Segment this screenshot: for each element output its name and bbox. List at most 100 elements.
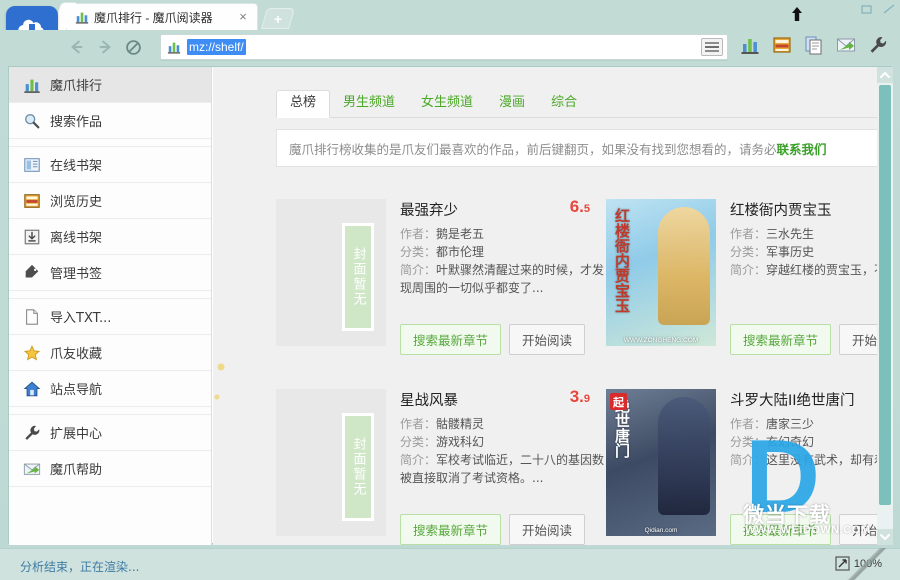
chevron-up-icon: [880, 72, 890, 78]
tag-bookmark-icon: [25, 264, 39, 277]
status-bar: 分析结束，正在渲染... 100%: [0, 548, 900, 580]
cover-figure: [658, 207, 710, 325]
plus-icon: +: [273, 10, 283, 27]
author-value: 三水先生: [766, 227, 815, 241]
category-value: 都市伦理: [436, 245, 485, 259]
back-button[interactable]: [66, 36, 88, 58]
tab-2[interactable]: 女生频道: [408, 91, 486, 117]
navigation-bar: mz://shelf/: [0, 30, 900, 102]
book-info: 斗罗大陆II绝世唐门 作者：唐家三少 分类：玄幻奇幻 简介：这里没有武术，却有着...…: [716, 389, 893, 545]
search-chapter-button[interactable]: 搜索最新章节: [730, 514, 832, 545]
forward-button[interactable]: [94, 36, 116, 58]
close-icon[interactable]: ×: [235, 9, 251, 25]
book-cover[interactable]: 红楼衙内贾宝玉 WWW.ZONGHENG.COM: [606, 199, 716, 346]
ranking-icon[interactable]: [740, 35, 760, 55]
category-value: 游戏科幻: [436, 435, 485, 449]
cover-placeholder-text: 封面暂无: [350, 437, 366, 497]
book-cover[interactable]: 封面暂无: [276, 389, 386, 536]
category-value: 军事历史: [766, 245, 815, 259]
new-tab-button[interactable]: +: [260, 8, 296, 29]
book-cover[interactable]: 绝世唐门起 Qidian.com: [606, 389, 716, 536]
book-title[interactable]: 斗罗大陆II绝世唐门: [730, 389, 893, 410]
book-grid: 封面暂无 最强弃少 6.5 作者：鹅是老五 分类：都市伦理 简介：叶默骤然清醒过来的时候，…: [276, 179, 893, 545]
notice-text: 魔爪排行榜收集的是爪友们最喜欢的作品，前后键翻页，如果没有找到您想看的，请务必: [289, 141, 777, 157]
sidebar-item-0[interactable]: 魔爪排行: [9, 67, 211, 103]
wrench-settings-icon[interactable]: [868, 35, 888, 55]
notice-banner: 魔爪排行榜收集的是爪友们最喜欢的作品，前后键翻页，如果没有找到您想看的，请务必联…: [276, 129, 893, 167]
address-input[interactable]: mz://shelf/: [187, 39, 246, 55]
summary-value: 这里没有武术，却有着...: [766, 453, 893, 467]
book-category: 分类：游戏科幻: [400, 433, 606, 451]
tab-3[interactable]: 漫画: [486, 91, 538, 117]
documents-icon[interactable]: [804, 35, 824, 55]
category-value: 玄幻奇幻: [766, 435, 815, 449]
sidebar-item-label: 爪友收藏: [50, 347, 103, 362]
tab-title: 魔爪排行 - 魔爪阅读器: [94, 10, 213, 25]
window-controls: [860, 3, 896, 16]
book-author: 作者：骷髅精灵: [400, 415, 606, 433]
wrench-icon: [25, 425, 40, 440]
sidebar-item-2[interactable]: 在线书架: [9, 147, 211, 183]
status-message: 分析结束，正在渲染...: [20, 560, 140, 574]
tab-1[interactable]: 男生频道: [330, 91, 408, 117]
tab-0[interactable]: 总榜: [276, 90, 331, 118]
address-bar[interactable]: mz://shelf/: [160, 34, 728, 60]
scroll-up-button[interactable]: [877, 67, 893, 83]
author-value: 唐家三少: [766, 417, 815, 431]
sidebar-item-label: 站点导航: [50, 383, 103, 398]
bookshelf-icon[interactable]: [772, 35, 792, 55]
app-window: 魔爪排行 - 魔爪阅读器 × + mz://shelf/ 魔爪排行 搜索作品 在…: [0, 0, 900, 580]
book-actions: 搜索最新章节开始阅读: [730, 324, 893, 355]
browser-tab[interactable]: 魔爪排行 - 魔爪阅读器 ×: [66, 3, 258, 30]
book-summary: 简介：叶默骤然清醒过来的时候，才发现周围的一切似乎都变了...: [400, 261, 606, 297]
sidebar-item-6[interactable]: 导入TXT...: [9, 299, 211, 335]
download-box-icon: [24, 229, 40, 244]
chart-bars-icon: [24, 79, 40, 93]
main-body: 魔爪排行搜索作品在线书架浏览历史离线书架 管理书签导入TXT... 爪友收藏站点导航…: [8, 66, 893, 545]
mail-help-icon[interactable]: [836, 35, 856, 55]
stop-button[interactable]: [122, 36, 144, 58]
tab-4[interactable]: 综合: [538, 91, 590, 117]
sidebar-item-label: 扩展中心: [50, 427, 103, 442]
maximize-icon[interactable]: [882, 3, 896, 16]
sidebar-item-8[interactable]: 站点导航: [9, 371, 211, 407]
summary-label: 简介：: [400, 263, 437, 277]
minimize-icon[interactable]: [860, 3, 874, 16]
search-chapter-button[interactable]: 搜索最新章节: [400, 324, 502, 355]
book-info: 最强弃少 6.5 作者：鹅是老五 分类：都市伦理 简介：叶默骤然清醒过来的时候，才发现周…: [386, 197, 606, 369]
sidebar-item-label: 浏览历史: [50, 195, 103, 210]
upload-arrow-icon[interactable]: [790, 6, 804, 22]
file-page-icon: [26, 308, 38, 325]
sidebar-item-9[interactable]: 扩展中心: [9, 415, 211, 451]
book-score: 3.9: [569, 387, 590, 406]
start-reading-button[interactable]: 开始阅读: [509, 514, 586, 545]
address-history-dropdown[interactable]: [701, 38, 723, 56]
resize-grip[interactable]: [830, 548, 900, 580]
title-bar: 魔爪排行 - 魔爪阅读器 × +: [0, 0, 900, 54]
vertical-scrollbar[interactable]: [877, 67, 893, 545]
book-cover[interactable]: 封面暂无: [276, 199, 386, 346]
book-title[interactable]: 红楼衙内贾宝玉: [730, 199, 893, 220]
author-label: 作者：: [730, 417, 767, 431]
search-chapter-button[interactable]: 搜索最新章节: [730, 324, 832, 355]
sidebar-item-1[interactable]: 搜索作品: [9, 103, 211, 139]
arrow-left-icon: [71, 40, 83, 54]
book-summary: 简介：这里没有武术，却有着...: [730, 451, 893, 469]
sidebar-item-3[interactable]: 浏览历史: [9, 183, 211, 219]
dropdown-line: [705, 46, 719, 48]
sidebar-item-7[interactable]: 爪友收藏: [9, 335, 211, 371]
sidebar-item-4[interactable]: 离线书架: [9, 219, 211, 255]
scrollbar-thumb[interactable]: [879, 85, 891, 505]
contact-us-link[interactable]: 联系我们: [777, 139, 827, 158]
sidebar-item-5[interactable]: 管理书签: [9, 255, 211, 291]
start-reading-button[interactable]: 开始阅读: [509, 324, 586, 355]
book-author: 作者：三水先生: [730, 225, 893, 243]
sidebar-item-label: 魔爪帮助: [50, 463, 103, 478]
sidebar-item-label: 搜索作品: [50, 115, 103, 130]
scroll-down-button[interactable]: [877, 529, 893, 545]
book-summary: 简介：穿越红楼的贾宝玉，不...: [730, 261, 893, 279]
sidebar-item-label: 导入TXT...: [50, 311, 112, 326]
sidebar-item-10[interactable]: 魔爪帮助: [9, 451, 211, 487]
search-chapter-button[interactable]: 搜索最新章节: [400, 514, 502, 545]
sidebar: 魔爪排行搜索作品在线书架浏览历史离线书架 管理书签导入TXT... 爪友收藏站点导航…: [9, 67, 212, 545]
